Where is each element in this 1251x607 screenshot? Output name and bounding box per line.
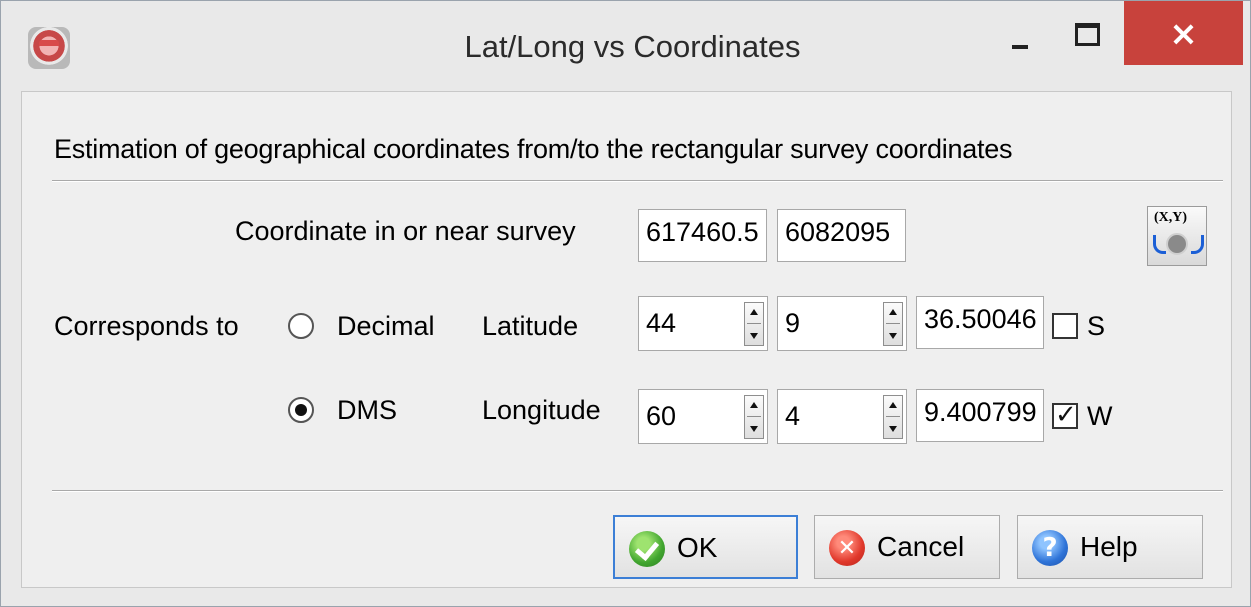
longitude-minutes-spinner[interactable]: 4 — [777, 389, 907, 444]
dialog-window: Lat/Long vs Coordinates × Estimation of … — [0, 0, 1251, 607]
top-separator — [52, 180, 1223, 182]
bottom-separator — [52, 490, 1223, 492]
latitude-minutes-spinner[interactable]: 9 — [777, 296, 907, 351]
dms-label: DMS — [337, 395, 397, 425]
latitude-degrees-spinner[interactable]: 44 — [638, 296, 768, 351]
longitude-degrees-spinner[interactable]: 60 — [638, 389, 768, 444]
decimal-label: Decimal — [337, 311, 435, 341]
latitude-label: Latitude — [482, 311, 579, 341]
cancel-label: Cancel — [877, 531, 965, 562]
cancel-button[interactable]: ✕ Cancel — [814, 515, 1000, 579]
maximize-button[interactable] — [1061, 11, 1123, 61]
checkmark-icon: ✓ — [1055, 400, 1077, 430]
maximize-icon — [1075, 23, 1100, 46]
arrow-right-icon — [1191, 235, 1204, 254]
check-circle-icon — [629, 531, 665, 567]
description-text: Estimation of geographical coordinates f… — [54, 134, 1013, 164]
decimal-radio[interactable] — [288, 313, 314, 339]
longitude-seconds-input[interactable]: 9.400799 — [916, 389, 1044, 442]
help-label: Help — [1080, 531, 1138, 562]
title-bar[interactable]: Lat/Long vs Coordinates × — [1, 1, 1250, 91]
latitude-degrees-value: 44 — [646, 308, 677, 338]
question-circle-icon: ? — [1032, 530, 1068, 566]
ok-button[interactable]: OK — [613, 515, 798, 579]
dms-radio[interactable] — [288, 397, 314, 423]
survey-y-input[interactable]: 6082095 — [777, 209, 906, 262]
latitude-seconds-input[interactable]: 36.50046 — [916, 296, 1044, 349]
spinner-arrows-icon[interactable] — [744, 395, 764, 439]
minimize-button[interactable] — [1002, 28, 1062, 68]
west-label: W — [1087, 401, 1113, 431]
convert-xy-button[interactable]: (X,Y) — [1147, 206, 1207, 266]
survey-coordinate-label: Coordinate in or near survey — [235, 216, 576, 246]
close-button[interactable]: × — [1124, 1, 1243, 65]
longitude-label: Longitude — [482, 395, 601, 425]
content-panel: Estimation of geographical coordinates f… — [21, 91, 1232, 588]
help-button[interactable]: ? Help — [1017, 515, 1203, 579]
xy-icon-label: (X,Y) — [1154, 210, 1188, 225]
minimize-icon — [1012, 45, 1028, 49]
latitude-minutes-value: 9 — [785, 308, 801, 338]
globe-icon — [1166, 233, 1188, 255]
survey-x-input[interactable]: 617460.5 — [638, 209, 767, 262]
ok-label: OK — [677, 532, 718, 563]
corresponds-label: Corresponds to — [54, 311, 239, 341]
south-label: S — [1087, 311, 1106, 341]
close-icon: × — [1169, 14, 1198, 54]
spinner-arrows-icon[interactable] — [883, 302, 903, 346]
longitude-degrees-value: 60 — [646, 401, 677, 431]
spinner-arrows-icon[interactable] — [744, 302, 764, 346]
arrow-left-icon — [1153, 235, 1166, 254]
south-checkbox[interactable] — [1052, 313, 1078, 339]
spinner-arrows-icon[interactable] — [883, 395, 903, 439]
longitude-minutes-value: 4 — [785, 401, 801, 431]
x-circle-icon: ✕ — [829, 530, 865, 566]
west-checkbox[interactable]: ✓ — [1052, 400, 1078, 430]
